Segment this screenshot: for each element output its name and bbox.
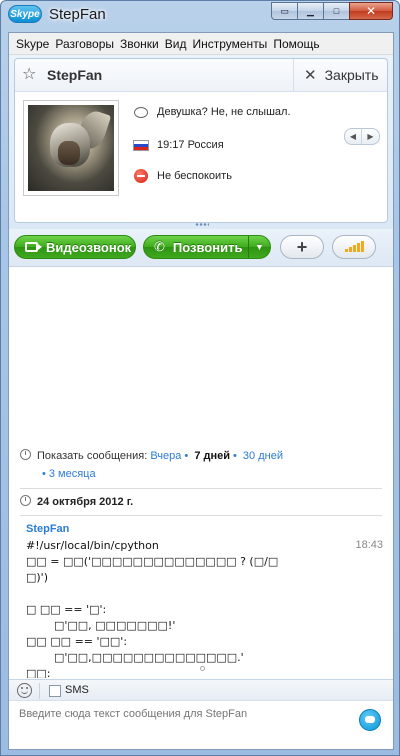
time-row: 19:17 Россия [133,137,224,153]
maximize-button[interactable]: □ [323,2,349,20]
contact-name: StepFan [47,67,103,83]
message-line: □□: [26,667,51,678]
divider [20,488,382,489]
mood-bubble-icon [134,106,148,118]
add-button[interactable]: + [280,235,324,259]
mood-text: Девушка? Не, не слышал. [157,106,291,118]
call-quality-button[interactable] [332,235,376,259]
menu-conversations[interactable]: Разговоры [52,33,117,55]
divider [20,515,382,516]
history-filter: Показать сообщения: Вчера • 7 дней • 30 дн… [20,447,380,483]
message-line: □'□□,□□□□□□□□□□□□□□.' [26,651,244,664]
resize-grip[interactable] [195,223,209,226]
message-line: □□ = □□('□□□□□□□□□□□□□□ ? (□/□ [26,555,279,568]
client-area: Skype Разговоры Звонки Вид Инструменты П… [8,32,394,750]
chat-history[interactable]: Показать сообщения: Вчера • 7 дней • 30 дн… [9,268,393,678]
compact-view-button[interactable]: ▭ [271,2,297,20]
window-controls: ▭ ▁ □ ✕ [271,2,393,20]
menu-help[interactable]: Помощь [270,33,322,55]
message-sender[interactable]: StepFan [26,523,69,535]
clock-icon [20,449,31,460]
mood-row: Девушка? Не, не слышал. [133,104,291,120]
status-row: Не беспокоить [133,168,232,184]
date-label: 24 октября 2012 г. [37,496,134,508]
contact-card: ☆ StepFan ✕ Закрыть Девушка? Не, не слыш… [14,58,388,223]
menu-tools[interactable]: Инструменты [189,33,270,55]
video-call-label: Видеозвонок [46,239,132,255]
history-30days-link[interactable]: 30 дней [243,450,283,462]
video-camera-icon [25,242,42,252]
emoticon-icon[interactable] [17,683,32,698]
menu-view[interactable]: Вид [162,33,190,55]
sms-label: SMS [65,684,89,696]
history-yesterday-link[interactable]: Вчера [150,450,181,462]
do-not-disturb-icon [134,169,148,183]
history-prefix: Показать сообщения: [37,450,148,462]
history-3months-link[interactable]: 3 месяца [49,468,96,480]
input-toolbar: SMS [9,679,393,701]
history-7days-link[interactable]: 7 дней [194,450,230,462]
menu-skype[interactable]: Skype [13,33,52,55]
message-line: □'□□, □□□□□□□!' [26,619,176,632]
message-input-area [9,702,393,749]
star-icon[interactable]: ☆ [22,66,40,84]
scroll-indicator[interactable] [200,666,205,671]
message-line: □)') [26,571,48,584]
send-message-icon[interactable] [359,709,381,731]
video-call-button[interactable]: Видеозвонок [14,235,136,259]
message-line: #!/usr/local/bin/cpython [26,539,159,552]
contact-area: ☆ StepFan ✕ Закрыть Девушка? Не, не слыш… [9,55,393,229]
call-options-dropdown[interactable]: ▼ [248,236,270,258]
message-input[interactable] [19,708,339,720]
menu-calls[interactable]: Звонки [117,33,162,55]
close-conversation-button[interactable]: ✕ Закрыть [293,59,387,91]
call-toolbar: Видеозвонок ✆ Позвонить ▼ + [9,229,393,267]
call-button[interactable]: ✆ Позвонить ▼ [143,235,271,259]
close-label: Закрыть [324,67,379,83]
message-body: #!/usr/local/bin/cpython □□ = □□('□□□□□□□… [26,538,346,678]
phone-icon: ✆ [154,239,165,254]
date-header: 24 октября 2012 г. [20,495,133,508]
sms-checkbox[interactable] [49,685,61,697]
window-frame: Skype StepFan ▭ ▁ □ ✕ Skype Разговоры Зв… [0,0,400,756]
close-window-button[interactable]: ✕ [349,2,393,20]
call-label: Позвонить [172,239,243,255]
russia-flag-icon [133,139,149,151]
window-title: StepFan [49,6,106,23]
close-icon: ✕ [304,67,317,84]
avatar-image [28,105,114,191]
skype-logo-icon: Skype [8,5,42,23]
message-line [26,586,346,602]
message-time: 18:43 [355,539,383,551]
avatar[interactable] [23,100,119,196]
minimize-button[interactable]: ▁ [297,2,323,20]
prev-arrow-icon[interactable]: ◀ [345,129,362,144]
next-arrow-icon[interactable]: ▶ [362,129,379,144]
message-line: □ □□ == '□': [26,603,107,616]
message-line: □□ □□ == '□□': [26,635,128,648]
title-bar[interactable]: Skype StepFan ▭ ▁ □ ✕ [1,1,399,29]
mood-nav: ◀ ▶ [344,128,380,145]
menu-bar: Skype Разговоры Звонки Вид Инструменты П… [9,33,393,55]
contact-header: ☆ StepFan ✕ Закрыть [15,59,387,92]
local-time: 19:17 Россия [157,139,224,151]
status-text: Не беспокоить [157,170,232,182]
clock-icon [20,495,31,506]
